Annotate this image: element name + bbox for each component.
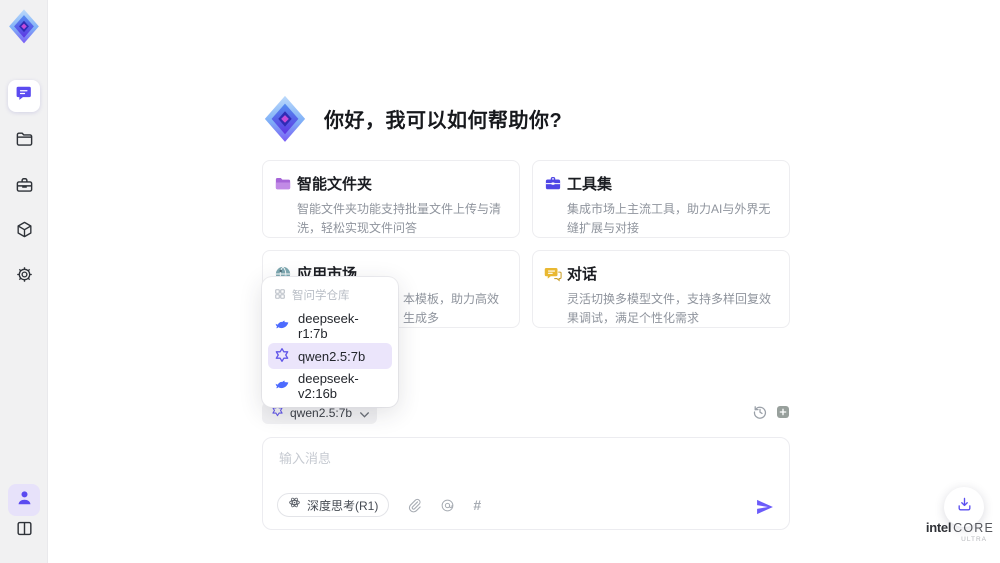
sidebar-item-toolbox[interactable] [8, 172, 40, 204]
card-smart-folder[interactable]: 智能文件夹 智能文件夹功能支持批量文件上传与清洗，轻松实现文件问答 [262, 160, 520, 238]
intel-core-logo: intel core ultra [925, 520, 995, 543]
briefcase-icon [15, 176, 34, 200]
sidebar-item-settings[interactable] [8, 261, 40, 293]
card-desc: 集成市场上主流工具，助力AI与外界无缝扩展与对接 [567, 202, 771, 235]
panel-icon [15, 519, 34, 543]
download-icon [956, 496, 973, 518]
model-dropdown: 智问学仓库 deepseek-r1:7b qwen2.5:7b deepseek… [262, 277, 398, 407]
core-wordmark: core [953, 521, 995, 535]
message-input[interactable] [279, 451, 719, 466]
send-icon[interactable] [755, 497, 775, 517]
briefcase-indigo-icon [544, 175, 562, 193]
assistant-logo [262, 94, 308, 142]
card-title: 智能文件夹 [297, 176, 373, 193]
ultra-wordmark: ultra [961, 535, 987, 543]
composer-toolbar: 深度思考(R1) # [277, 493, 481, 517]
sidebar-item-user[interactable] [8, 484, 40, 516]
deep-think-label: 深度思考(R1) [307, 498, 379, 513]
sidebar-item-panel[interactable] [8, 515, 40, 547]
chevron-down-icon [358, 408, 370, 418]
intel-wordmark: intel [925, 520, 952, 535]
cube-icon [15, 220, 34, 244]
composer: 深度思考(R1) # [262, 437, 790, 530]
repository-icon [274, 288, 286, 303]
at-mention-icon[interactable] [440, 498, 455, 513]
chat-gold-icon [544, 265, 562, 283]
model-dropdown-header-label: 智问学仓库 [292, 290, 350, 302]
qwen-icon [274, 347, 290, 366]
app-logo [7, 8, 41, 46]
sidebar-item-chat[interactable] [8, 80, 40, 112]
deep-think-button[interactable]: 深度思考(R1) [277, 493, 390, 517]
hash-icon[interactable]: # [473, 497, 481, 513]
gear-icon [15, 265, 34, 289]
greeting: 你好，我可以如何帮助你? [262, 94, 562, 142]
chat-icon [15, 84, 34, 108]
attachment-icon[interactable] [407, 498, 422, 513]
greeting-text: 你好，我可以如何帮助你? [324, 109, 563, 132]
model-option-deepseek-v2[interactable]: deepseek-v2:16b [268, 371, 392, 401]
card-title: 对话 [567, 266, 598, 283]
chat-actions [752, 404, 791, 420]
deepseek-icon [274, 317, 290, 336]
model-selector-label: qwen2.5:7b [290, 406, 353, 420]
card-toolset[interactable]: 工具集 集成市场上主流工具，助力AI与外界无缝扩展与对接 [532, 160, 790, 238]
folder-icon [15, 130, 34, 154]
model-option-qwen[interactable]: qwen2.5:7b [268, 343, 392, 369]
card-desc: 智能文件夹功能支持批量文件上传与清洗，轻松实现文件问答 [297, 202, 502, 235]
new-chat-icon[interactable] [775, 404, 791, 420]
history-icon[interactable] [752, 404, 768, 420]
deepseek-icon [274, 377, 290, 396]
user-icon [15, 488, 34, 512]
folder-purple-icon [274, 175, 292, 193]
app-window: 你好，我可以如何帮助你? 智能文件夹 智能文件夹功能支持批量文件上传与清洗，轻松… [0, 0, 1000, 563]
sidebar [0, 0, 48, 563]
sidebar-item-models[interactable] [8, 216, 40, 248]
model-option-label: deepseek-v2:16b [298, 371, 359, 401]
model-dropdown-header: 智问学仓库 [268, 285, 392, 309]
card-title: 工具集 [567, 176, 613, 193]
atom-icon [288, 496, 301, 514]
model-option-label: deepseek-r1:7b [298, 311, 359, 341]
sidebar-item-folders[interactable] [8, 126, 40, 158]
model-option-deepseek-r1[interactable]: deepseek-r1:7b [268, 311, 392, 341]
card-dialogue[interactable]: 对话 灵活切换多模型文件，支持多样回复效果调试，满足个性化需求 [532, 250, 790, 328]
card-desc: 灵活切换多模型文件，支持多样回复效果调试，满足个性化需求 [567, 292, 772, 325]
model-option-label: qwen2.5:7b [298, 348, 366, 364]
